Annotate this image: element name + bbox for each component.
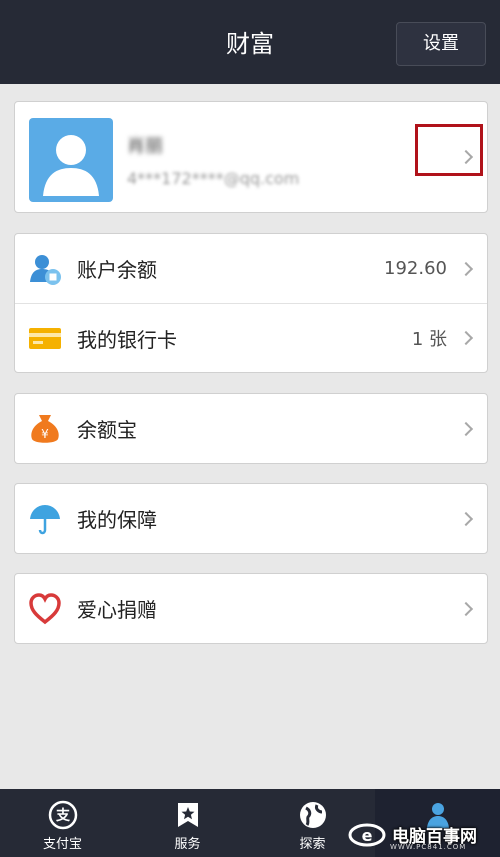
tab-explore-label: 探索 [299,837,326,852]
svg-text:支: 支 [55,807,71,824]
list-item-insurance[interactable]: 我的保障 [15,484,487,553]
user-silhouette-icon [43,135,99,196]
globe-icon [297,799,329,831]
list-item-yuebao[interactable]: ¥ 余额宝 [15,394,487,463]
account-balance-icon [27,251,63,287]
bank-card-icon [27,320,63,356]
charity-label: 爱心捐赠 [77,598,157,622]
list-item-charity[interactable]: 爱心捐赠 [15,574,487,643]
money-bag-icon: ¥ [27,411,63,447]
bank-card-value: 1 张 [411,329,447,350]
star-icon [172,799,204,831]
insurance-label: 我的保障 [77,508,157,532]
settings-button[interactable]: 设置 [396,22,486,66]
profile-card[interactable]: 肖丽 4***172****@qq.com [14,101,488,213]
account-balance-label: 账户余额 [77,258,157,282]
user-name: 肖丽 [127,136,163,157]
svg-text:¥: ¥ [41,427,49,441]
tab-services-label: 服务 [174,837,201,852]
heart-icon [27,591,63,627]
tab-alipay-label: 支付宝 [42,837,82,852]
tab-alipay[interactable]: 支 支付宝 [0,789,125,857]
yuebao-label: 余额宝 [77,418,137,442]
watermark-logo-icon: e [348,823,386,846]
yuebao-card: ¥ 余额宝 [14,393,488,464]
watermark-url: WWW.PC841.COM [390,843,467,851]
charity-card: 爱心捐赠 [14,573,488,644]
chevron-right-icon [458,330,474,346]
alipay-icon: 支 [47,799,79,831]
chevron-right-icon [458,421,474,436]
list-item-account-balance[interactable]: 账户余额 192.60 [15,234,487,303]
list-item-bank-card[interactable]: 我的银行卡 1 张 [15,303,487,372]
chevron-right-icon [458,261,474,276]
title-bar: 财富 设置 [0,0,500,84]
watermark: e 电脑百事网 WWW.PC841.COM [348,812,500,857]
chevron-right-icon [458,511,474,526]
account-card: 账户余额 192.60 我的银行卡 1 张 [14,233,488,373]
chevron-right-icon [458,601,474,616]
user-email: 4***172****@qq.com [127,169,300,188]
svg-text:e: e [362,826,373,845]
tab-services[interactable]: 服务 [125,789,250,857]
avatar [29,118,113,202]
highlight-annotation [415,124,483,176]
insurance-card: 我的保障 [14,483,488,554]
umbrella-icon [27,501,63,537]
account-balance-value: 192.60 [384,258,447,279]
bank-card-label: 我的银行卡 [77,327,177,352]
